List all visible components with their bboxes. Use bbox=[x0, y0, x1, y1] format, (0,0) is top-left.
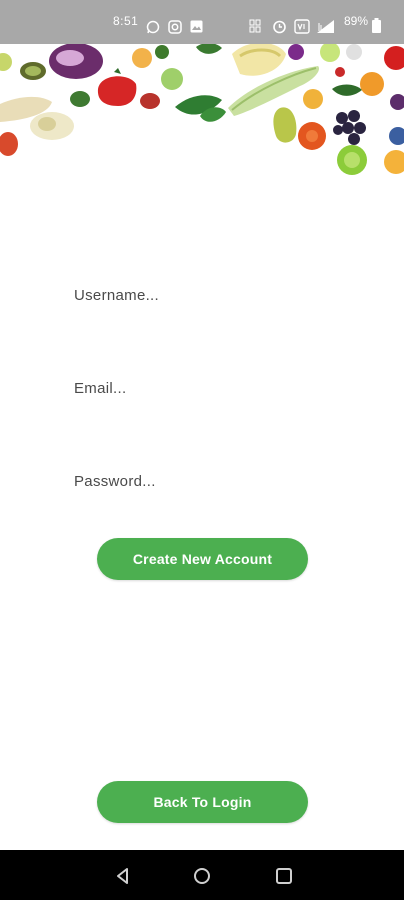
status-time: 8:51 bbox=[113, 14, 139, 28]
battery-icon bbox=[372, 18, 381, 33]
back-to-login-label: Back To Login bbox=[153, 794, 252, 810]
create-account-button[interactable]: Create New Account bbox=[97, 538, 308, 580]
status-bar: 8:51 89% bbox=[0, 0, 404, 44]
whatsapp-icon bbox=[146, 20, 160, 34]
volte-icon bbox=[294, 19, 310, 34]
create-account-label: Create New Account bbox=[132, 551, 273, 567]
instagram-icon bbox=[168, 20, 182, 34]
signal-icon bbox=[317, 20, 334, 33]
navigation-bar bbox=[0, 850, 404, 900]
email-field[interactable]: Email... bbox=[74, 374, 334, 402]
username-field[interactable]: Username... bbox=[74, 281, 334, 309]
data-icon bbox=[249, 19, 261, 33]
gallery-icon bbox=[190, 20, 203, 33]
back-to-login-button[interactable]: Back To Login bbox=[97, 781, 308, 823]
username-placeholder: Username... bbox=[74, 286, 159, 304]
back-icon[interactable] bbox=[112, 865, 134, 887]
vegetables-banner-image bbox=[0, 44, 404, 175]
password-field[interactable]: Password... bbox=[74, 467, 334, 495]
recents-icon[interactable] bbox=[273, 865, 295, 887]
home-icon[interactable] bbox=[191, 865, 213, 887]
email-placeholder: Email... bbox=[74, 379, 127, 397]
alarm-icon bbox=[273, 20, 286, 34]
battery-percent: 89% bbox=[344, 14, 369, 28]
password-placeholder: Password... bbox=[74, 472, 156, 490]
